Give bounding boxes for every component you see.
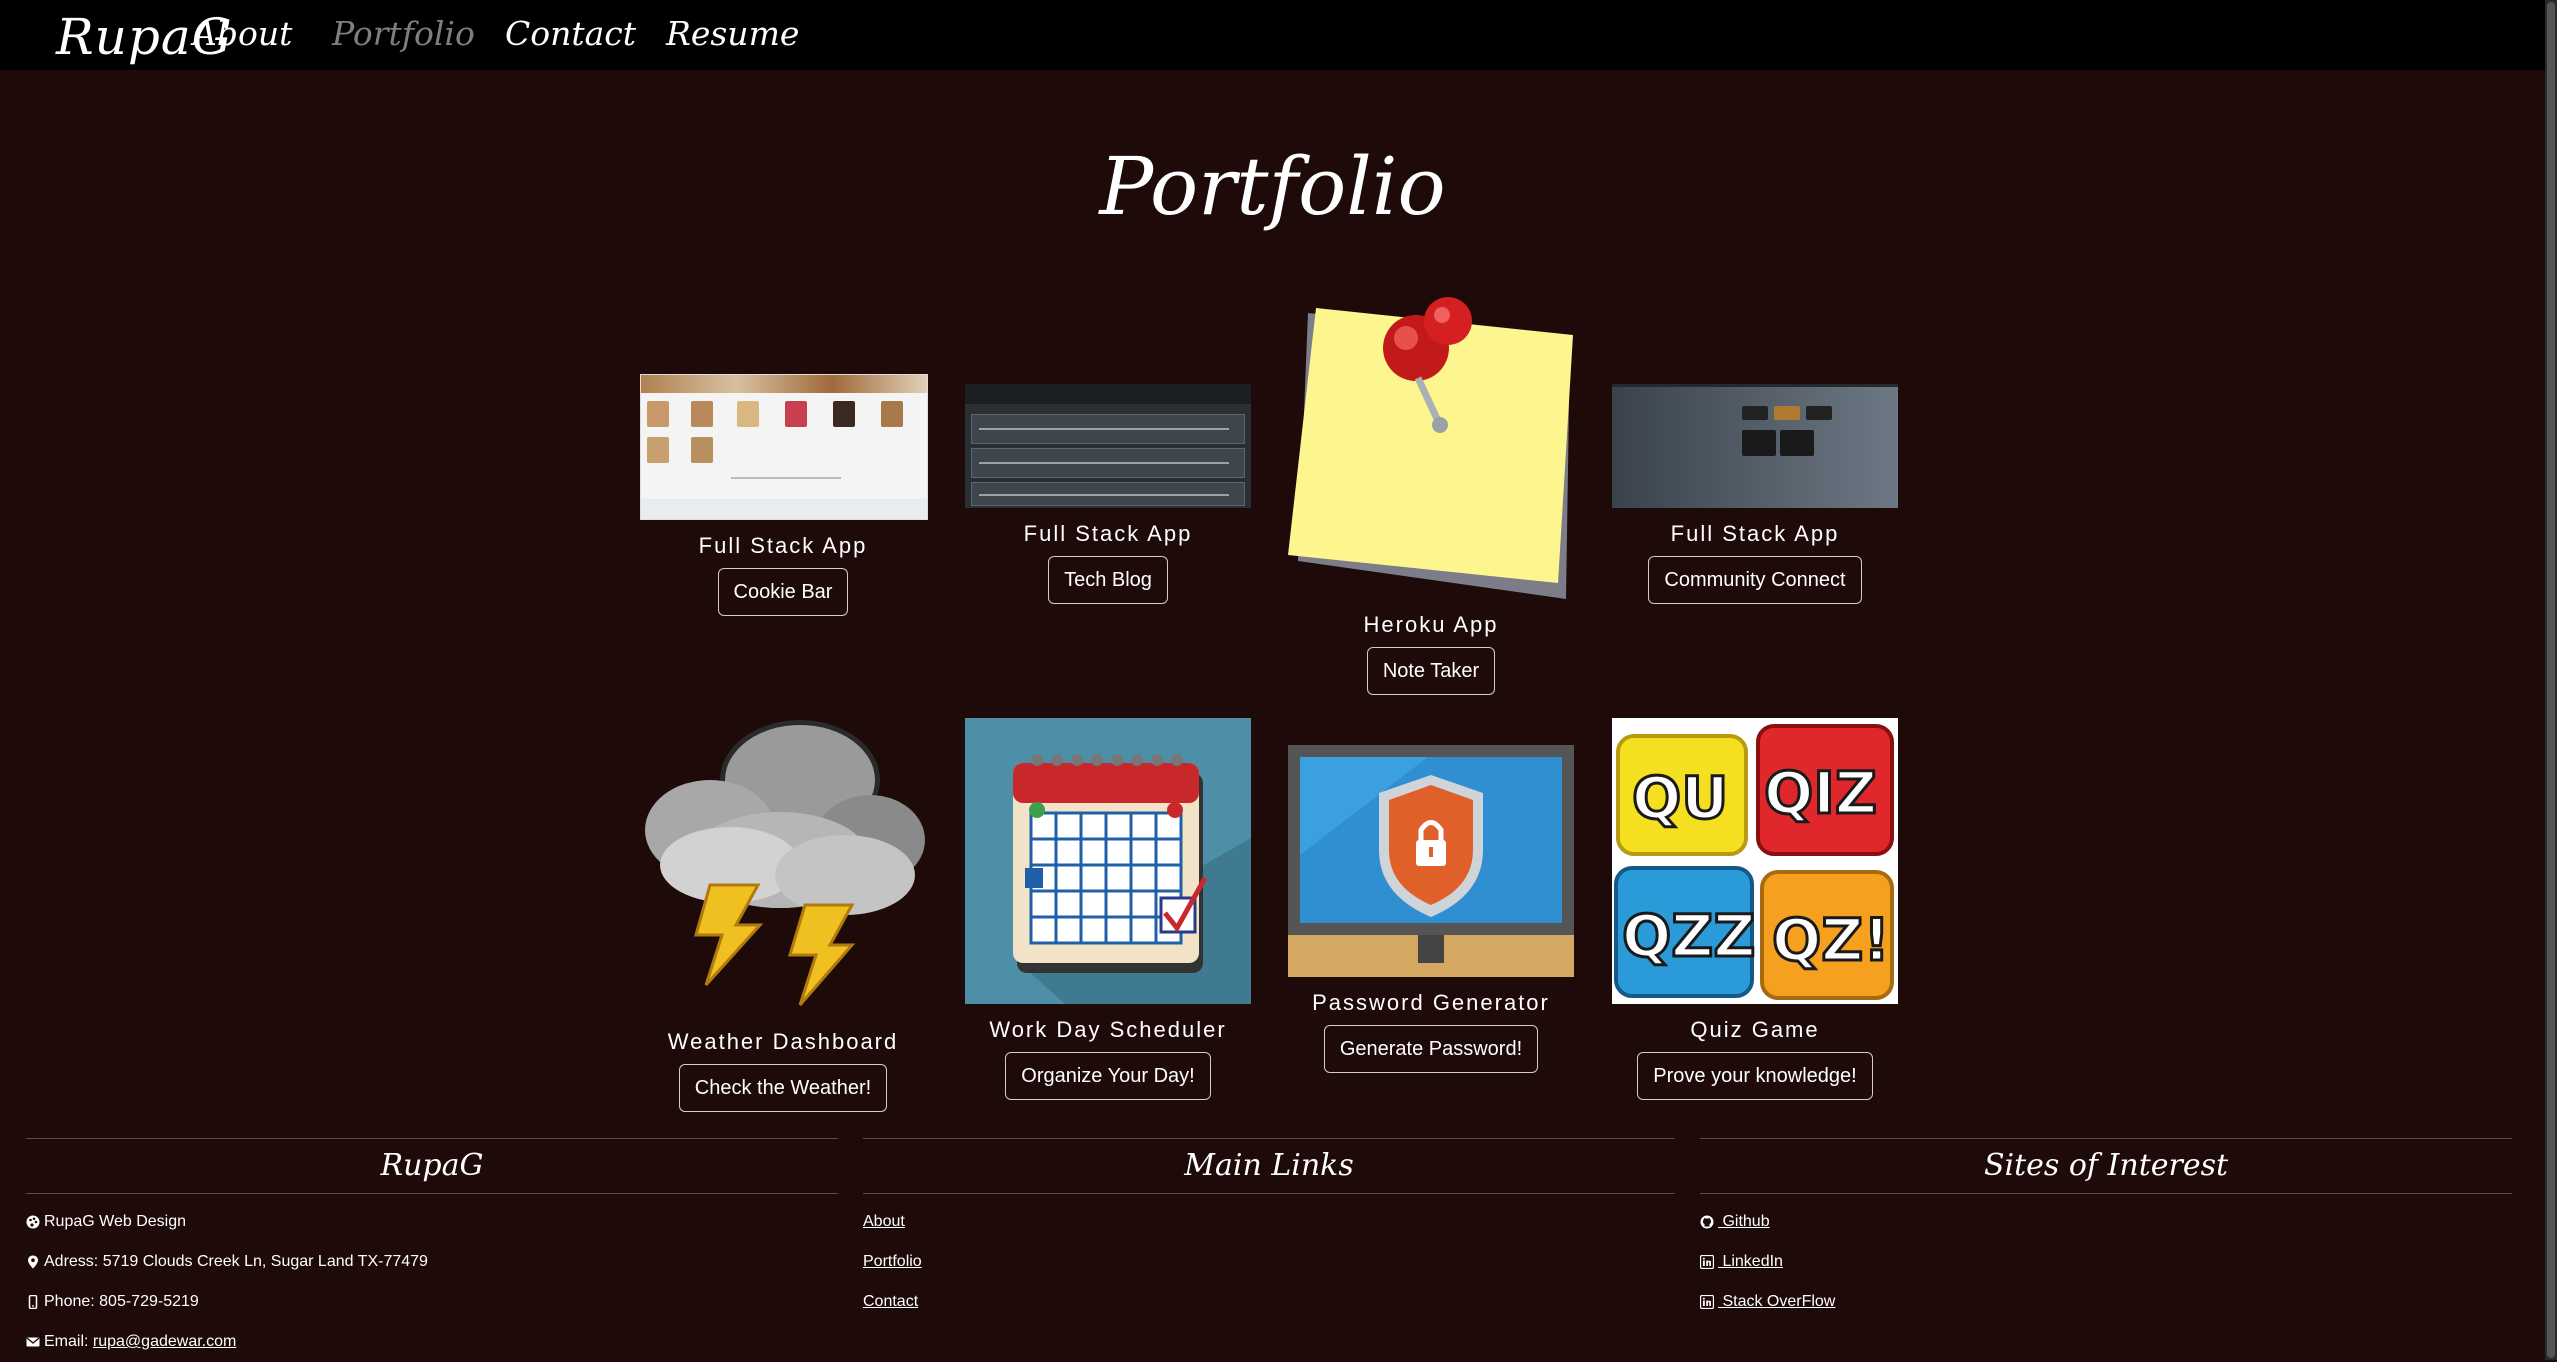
card-title: Weather Dashboard [667, 1029, 899, 1054]
footer-phone-text: Phone: 805-729-5219 [44, 1293, 199, 1310]
community-connect-button[interactable]: Community Connect [1648, 556, 1862, 604]
stackoverflow-link[interactable]: Stack OverFlow [1718, 1282, 1835, 1322]
password-generator-button[interactable]: Generate Password! [1323, 1025, 1539, 1073]
nav-link-portfolio[interactable]: Portfolio [332, 14, 475, 53]
footer-heading: Sites of Interest [1700, 1139, 2512, 1194]
portfolio-card-note-taker: Heroku App Note Taker [1288, 293, 1574, 695]
navbar: RupaG About Portfolio Contact Resume [0, 0, 2545, 70]
quiz-button[interactable]: Prove your knowledge! [1637, 1052, 1873, 1100]
card-title: Full Stack App [698, 533, 868, 558]
portfolio-card-cookie-bar: Full Stack App Cookie Bar [640, 374, 928, 616]
footer-col-main-links: Main Links About Portfolio Contact [863, 1138, 1675, 1322]
phone-icon [28, 1295, 38, 1309]
calendar-icon[interactable] [965, 718, 1251, 1004]
footer-col-sites: Sites of Interest Github LinkedIn Stack … [1700, 1138, 2512, 1322]
footer-phone: Phone: 805-729-5219 [26, 1282, 838, 1322]
card-title: Password Generator [1312, 990, 1550, 1015]
footer-email-label: Email: [44, 1333, 93, 1350]
quiz-tile-text-1: QU [1632, 764, 1728, 832]
quiz-tile-text-4: QZ! [1772, 906, 1890, 974]
scheduler-button[interactable]: Organize Your Day! [1005, 1052, 1211, 1100]
portfolio-card-scheduler: Work Day Scheduler Organize Your Day! [965, 718, 1251, 1100]
weather-button[interactable]: Check the Weather! [678, 1064, 888, 1112]
portfolio-card-password-generator: Password Generator Generate Password! [1288, 745, 1574, 1073]
footer-link-portfolio[interactable]: Portfolio [863, 1242, 922, 1282]
portfolio-card-tech-blog: Full Stack App Tech Blog [965, 384, 1251, 604]
footer-heading: Main Links [863, 1139, 1675, 1194]
nav-link-contact[interactable]: Contact [505, 14, 636, 53]
envelope-icon [26, 1337, 40, 1347]
footer-heading: RupaG [26, 1139, 838, 1194]
portfolio-card-community-connect: Full Stack App Community Connect [1612, 384, 1898, 604]
card-title: Heroku App [1363, 612, 1499, 637]
card-title: Full Stack App [1670, 521, 1840, 546]
scrollbar-thumb[interactable] [2547, 2, 2555, 1358]
storm-cloud-icon[interactable] [640, 710, 926, 1016]
tech-blog-button[interactable]: Tech Blog [1048, 556, 1168, 604]
footer-address-text: Adress: 5719 Clouds Creek Ln, Sugar Land… [44, 1253, 428, 1270]
note-taker-button[interactable]: Note Taker [1366, 647, 1496, 695]
email-link[interactable]: rupa@gadewar.com [93, 1322, 236, 1362]
linkedin-icon [1700, 1295, 1714, 1309]
linkedin-link[interactable]: LinkedIn [1718, 1242, 1783, 1282]
portfolio-card-weather: Weather Dashboard Check the Weather! [640, 710, 926, 1112]
footer-link-about[interactable]: About [863, 1202, 905, 1242]
scrollbar[interactable] [2545, 0, 2557, 1360]
linkedin-icon [1700, 1255, 1714, 1269]
quiz-tile-text-3: QZZ [1622, 902, 1755, 970]
footer-company-text: RupaG Web Design [44, 1213, 186, 1230]
nav-link-resume[interactable]: Resume [666, 14, 799, 53]
footer-col-contact: RupaG RupaG Web Design Adress: 5719 Clou… [26, 1138, 838, 1362]
footer-company: RupaG Web Design [26, 1202, 838, 1242]
card-title: Work Day Scheduler [989, 1017, 1227, 1042]
palette-icon [26, 1215, 40, 1229]
footer-email: Email: rupa@gadewar.com [26, 1322, 838, 1362]
card-title: Full Stack App [1023, 521, 1193, 546]
quiz-tiles-icon[interactable]: QU QIZ QZZ QZ! [1612, 718, 1898, 1004]
map-pin-icon [28, 1255, 38, 1269]
github-icon [1700, 1215, 1714, 1229]
community-connect-screenshot[interactable] [1612, 384, 1898, 508]
page-title: Portfolio [1099, 140, 1446, 233]
cookie-bar-screenshot[interactable] [640, 374, 928, 520]
portfolio-card-quiz: QU QIZ QZZ QZ! Quiz Game Prove your know… [1612, 718, 1898, 1100]
footer-link-contact[interactable]: Contact [863, 1282, 918, 1322]
cookie-bar-button[interactable]: Cookie Bar [717, 568, 849, 616]
github-link[interactable]: Github [1718, 1202, 1769, 1242]
nav-link-about[interactable]: About [193, 14, 292, 53]
tech-blog-screenshot[interactable] [965, 384, 1251, 508]
sticky-note-pin-icon[interactable] [1288, 293, 1574, 599]
card-title: Quiz Game [1690, 1017, 1820, 1042]
security-shield-icon[interactable] [1288, 745, 1574, 977]
quiz-tile-text-2: QIZ [1764, 759, 1877, 827]
footer-address: Adress: 5719 Clouds Creek Ln, Sugar Land… [26, 1242, 838, 1282]
